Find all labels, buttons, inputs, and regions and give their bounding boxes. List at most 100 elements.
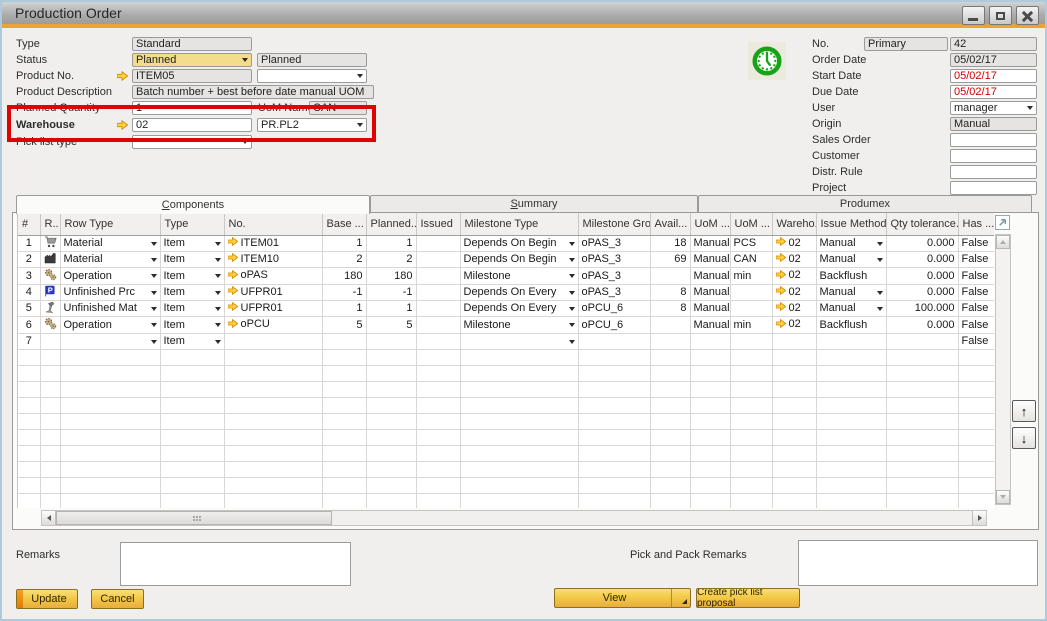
- dropdown-arrow-icon[interactable]: [569, 291, 575, 295]
- cell-uom_name[interactable]: [730, 333, 772, 349]
- cell-planned[interactable]: 180: [366, 267, 416, 284]
- cell-qty_tolerance[interactable]: 0.000: [886, 267, 958, 284]
- link-arrow-icon[interactable]: [228, 270, 238, 282]
- cell-row_type[interactable]: [60, 333, 160, 349]
- cell-uom_name[interactable]: PCS: [730, 235, 772, 251]
- dropdown-arrow-icon[interactable]: [215, 323, 221, 327]
- tab-components[interactable]: Components: [16, 195, 370, 214]
- scroll-down-button[interactable]: [996, 490, 1010, 504]
- cell-milestone_group[interactable]: oPCU_6: [578, 316, 650, 333]
- link-arrow-icon[interactable]: [228, 319, 238, 331]
- cell-row_type[interactable]: Material: [60, 235, 160, 251]
- cell-type[interactable]: Item: [160, 284, 224, 300]
- sales-order-field[interactable]: [950, 133, 1037, 147]
- cell-milestone_type[interactable]: Depends On Every: [460, 284, 578, 300]
- cell-has_batch[interactable]: False: [958, 251, 994, 267]
- cell-issue_method[interactable]: Backflush: [816, 267, 886, 284]
- column-header-milestone_type[interactable]: Milestone Type: [460, 213, 578, 235]
- cell-avail[interactable]: 8: [650, 284, 690, 300]
- cell-type[interactable]: Item: [160, 235, 224, 251]
- cell-warehouse[interactable]: 02: [772, 284, 816, 300]
- cell-uom_name[interactable]: CAN: [730, 251, 772, 267]
- link-arrow-icon[interactable]: [776, 270, 786, 282]
- cell-warehouse[interactable]: 02: [772, 251, 816, 267]
- dropdown-arrow-icon[interactable]: [151, 274, 157, 278]
- cell-type[interactable]: Item: [160, 300, 224, 316]
- cell-qty_tolerance[interactable]: 0.000: [886, 251, 958, 267]
- dropdown-arrow-icon[interactable]: [569, 307, 575, 311]
- cell-avail[interactable]: 69: [650, 251, 690, 267]
- cell-row_type[interactable]: Unfinished Prc: [60, 284, 160, 300]
- cell-warehouse[interactable]: 02: [772, 300, 816, 316]
- dropdown-arrow-icon[interactable]: [569, 323, 575, 327]
- cell-milestone_type[interactable]: [460, 333, 578, 349]
- dropdown-arrow-icon[interactable]: [569, 340, 575, 344]
- dropdown-arrow-icon[interactable]: [877, 291, 883, 295]
- dropdown-arrow-icon[interactable]: [569, 258, 575, 262]
- link-arrow-icon[interactable]: [776, 286, 786, 298]
- cell-type[interactable]: Item: [160, 316, 224, 333]
- due-date-field[interactable]: 05/02/17: [950, 85, 1037, 99]
- cell-planned[interactable]: 2: [366, 251, 416, 267]
- cell-warehouse[interactable]: 02: [772, 235, 816, 251]
- column-header-icon[interactable]: R..: [40, 213, 60, 235]
- cell-milestone_group[interactable]: oPCU_6: [578, 300, 650, 316]
- cell-base[interactable]: 1: [322, 300, 366, 316]
- cell-qty_tolerance[interactable]: 0.000: [886, 235, 958, 251]
- cell-uom_name[interactable]: [730, 300, 772, 316]
- cell-has_batch[interactable]: False: [958, 284, 994, 300]
- cell-warehouse[interactable]: 02: [772, 267, 816, 284]
- column-header-n[interactable]: #: [18, 213, 40, 235]
- column-header-issued[interactable]: Issued: [416, 213, 460, 235]
- scroll-up-button[interactable]: [996, 235, 1010, 249]
- cell-uom_name[interactable]: [730, 284, 772, 300]
- user-dropdown[interactable]: manager: [950, 101, 1037, 115]
- cell-avail[interactable]: 18: [650, 235, 690, 251]
- dropdown-arrow-icon[interactable]: [151, 340, 157, 344]
- dropdown-arrow-icon[interactable]: [151, 242, 157, 246]
- cell-avail[interactable]: [650, 267, 690, 284]
- cell-base[interactable]: 1: [322, 235, 366, 251]
- cell-issued[interactable]: [416, 333, 460, 349]
- cell-base[interactable]: 180: [322, 267, 366, 284]
- dropdown-arrow-icon[interactable]: [215, 242, 221, 246]
- view-button[interactable]: View: [554, 588, 691, 608]
- cell-uom_method[interactable]: Manual: [690, 235, 730, 251]
- view-dropdown-segment[interactable]: [671, 589, 690, 607]
- cell-row_type[interactable]: Unfinished Mat: [60, 300, 160, 316]
- horizontal-scroll-track[interactable]: [56, 511, 972, 525]
- close-button[interactable]: [1016, 6, 1039, 25]
- cell-milestone_type[interactable]: Depends On Begin: [460, 251, 578, 267]
- column-header-qty_tolerance[interactable]: Qty tolerance...: [886, 213, 958, 235]
- cell-no[interactable]: UFPR01: [224, 284, 322, 300]
- cell-no[interactable]: UFPR01: [224, 300, 322, 316]
- cell-issue_method[interactable]: Backflush: [816, 316, 886, 333]
- pick-pack-remarks-input[interactable]: [798, 540, 1038, 586]
- cell-has_batch[interactable]: False: [958, 267, 994, 284]
- cell-avail[interactable]: [650, 333, 690, 349]
- minimize-button[interactable]: [962, 6, 985, 25]
- cell-warehouse[interactable]: [772, 333, 816, 349]
- cell-qty_tolerance[interactable]: 100.000: [886, 300, 958, 316]
- move-row-down-button[interactable]: ↓: [1012, 427, 1036, 449]
- link-arrow-icon[interactable]: [776, 302, 786, 314]
- expand-grid-icon[interactable]: [995, 215, 1010, 230]
- cell-issued[interactable]: [416, 267, 460, 284]
- cell-avail[interactable]: [650, 316, 690, 333]
- column-header-row_type[interactable]: Row Type: [60, 213, 160, 235]
- cell-milestone_group[interactable]: oPAS_3: [578, 251, 650, 267]
- cell-no[interactable]: ITEM10: [224, 251, 322, 267]
- cell-uom_method[interactable]: Manual: [690, 300, 730, 316]
- column-header-type[interactable]: Type: [160, 213, 224, 235]
- scroll-left-button[interactable]: [42, 511, 56, 525]
- column-header-milestone_group[interactable]: Milestone Group: [578, 213, 650, 235]
- horizontal-scroll-thumb[interactable]: [56, 511, 332, 525]
- link-arrow-icon[interactable]: [228, 237, 238, 249]
- cell-uom_method[interactable]: [690, 333, 730, 349]
- cell-base[interactable]: [322, 333, 366, 349]
- dropdown-arrow-icon[interactable]: [215, 340, 221, 344]
- cell-issued[interactable]: [416, 235, 460, 251]
- cell-no[interactable]: ITEM01: [224, 235, 322, 251]
- cell-qty_tolerance[interactable]: 0.000: [886, 316, 958, 333]
- cell-planned[interactable]: -1: [366, 284, 416, 300]
